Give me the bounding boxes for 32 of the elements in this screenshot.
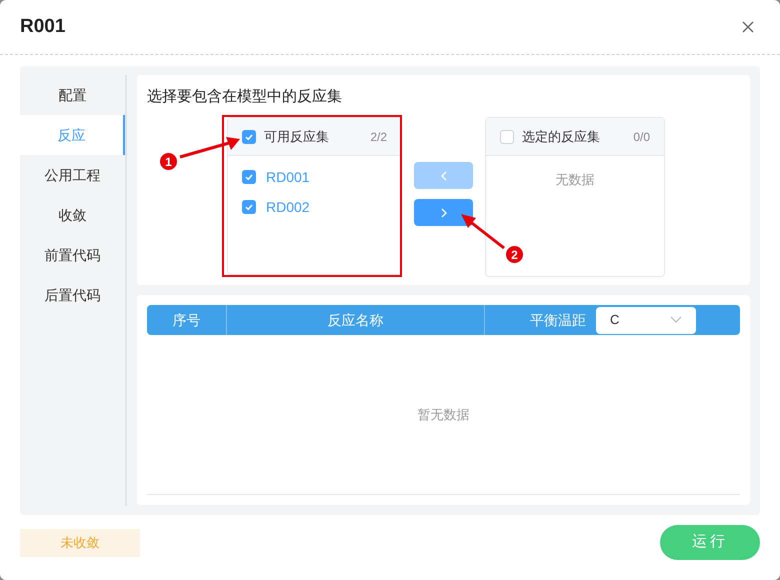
column-header: 序号 — [172, 310, 200, 330]
chevron-right-icon — [438, 206, 448, 218]
checkbox[interactable] — [242, 130, 256, 144]
item-count: 2/2 — [370, 128, 387, 146]
list-title: 可用反应集 — [264, 128, 330, 146]
checkbox[interactable] — [242, 200, 256, 214]
move-right-button[interactable] — [414, 199, 473, 226]
checkbox[interactable] — [242, 170, 256, 184]
column-header: 反应名称 — [328, 310, 384, 330]
empty-text: 暂无数据 — [418, 406, 470, 424]
chevron-down-icon — [670, 316, 682, 324]
item-count: 0/0 — [633, 128, 650, 146]
annotation-arrow — [180, 137, 240, 158]
sidebar-tab[interactable]: 收敛 — [20, 195, 125, 235]
list-title: 选定的反应集 — [522, 128, 601, 146]
column-header: 平衡温距 — [530, 310, 586, 330]
annotation-arrow — [461, 214, 505, 250]
sidebar-tab[interactable]: 公用工程 — [20, 155, 125, 195]
sidebar-tab[interactable]: 后置代码 — [20, 275, 125, 315]
sidebar-tab[interactable]: 配置 — [20, 75, 125, 115]
sidebar-tab[interactable]: 前置代码 — [20, 235, 125, 275]
checkbox[interactable] — [500, 130, 514, 144]
empty-text: 无数据 — [556, 171, 594, 189]
dialog-title: R001 — [20, 14, 66, 39]
close-icon[interactable] — [740, 19, 756, 35]
status-badge: 未收敛 — [20, 528, 140, 556]
chevron-left-icon — [438, 170, 448, 182]
checkmark-icon — [244, 202, 254, 212]
section-title: 选择要包含在模型中的反应集 — [147, 87, 342, 107]
unit-select[interactable]: C — [596, 306, 696, 334]
checkmark-icon — [244, 132, 254, 142]
checkmark-icon — [244, 172, 254, 182]
